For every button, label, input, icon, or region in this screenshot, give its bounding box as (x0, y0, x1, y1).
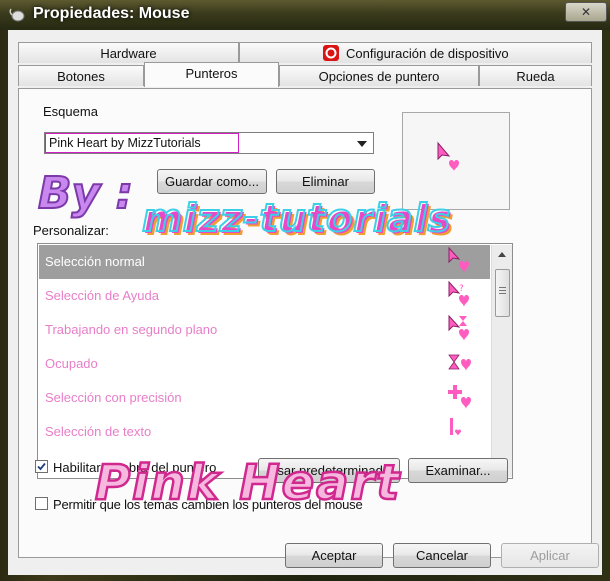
ok-button[interactable]: Aceptar (285, 543, 383, 568)
tab-label: Botones (57, 69, 105, 84)
list-item-label: Selección de Ayuda (45, 288, 159, 303)
apply-button[interactable]: Aplicar (501, 543, 599, 568)
customize-label: Personalizar: (33, 223, 109, 238)
list-scrollbar[interactable] (491, 245, 512, 477)
arrow-help-heart-icon: ? (448, 281, 469, 307)
button-label: Aplicar (530, 548, 570, 563)
text-beam-heart-icon (450, 418, 461, 436)
tab-label: Rueda (516, 69, 555, 84)
delete-scheme-button[interactable]: Eliminar (276, 169, 375, 194)
list-item[interactable]: Selección de Ayuda ? (39, 279, 490, 313)
mouse-properties-window: Propiedades: Mouse ✕ Hardware Configurac… (0, 0, 610, 581)
scheme-label: Esquema (43, 104, 98, 119)
list-item[interactable]: Selección de texto (39, 415, 490, 449)
button-label: Usar predeterminado (267, 463, 391, 478)
save-as-button[interactable]: Guardar como... (157, 169, 267, 194)
hourglass-heart-icon (448, 354, 471, 371)
list-item[interactable]: Trabajando en segundo plano (39, 313, 490, 347)
list-item-label: Selección normal (45, 254, 145, 269)
tab-wheel[interactable]: Rueda (479, 65, 592, 86)
svg-text:?: ? (459, 284, 464, 294)
title-bar[interactable]: Propiedades: Mouse ✕ (0, 0, 610, 30)
list-item[interactable]: Ocupado (39, 347, 490, 381)
scrollbar-thumb[interactable] (495, 269, 510, 317)
close-button[interactable]: ✕ (565, 2, 607, 22)
tab-pointers[interactable]: Punteros (144, 62, 279, 87)
shadow-label: Habilitar sombra del puntero (53, 460, 217, 475)
mouse-icon (9, 8, 25, 22)
cursor-list[interactable]: Selección normal Selección de Ayuda ? Tr… (37, 243, 513, 479)
themes-checkbox[interactable] (35, 497, 48, 510)
button-label: Aceptar (311, 548, 357, 563)
checkmark-icon (37, 462, 46, 471)
list-item-label: Selección con precisión (45, 390, 182, 405)
arrow-heart-icon (448, 247, 469, 273)
list-item[interactable]: Selección con precisión (39, 381, 490, 415)
use-default-button[interactable]: Usar predeterminado (258, 458, 400, 483)
tab-label: Configuración de dispositivo (346, 46, 509, 61)
browse-button[interactable]: Examinar... (408, 458, 508, 483)
arrow-hourglass-heart-icon (448, 315, 469, 341)
list-item-label: Selección de texto (45, 424, 152, 439)
crosshair-heart-icon (448, 385, 471, 409)
tab-label: Hardware (100, 46, 157, 61)
cancel-button[interactable]: Cancelar (393, 543, 491, 568)
button-label: Examinar... (425, 463, 491, 478)
tab-pointer-options[interactable]: Opciones de puntero (279, 65, 479, 86)
button-label: Cancelar (415, 548, 469, 563)
tab-label: Punteros (185, 66, 238, 81)
button-label: Guardar como... (165, 174, 259, 189)
tab-label: Opciones de puntero (318, 69, 440, 84)
window-title: Propiedades: Mouse (33, 5, 190, 22)
list-item[interactable]: Selección normal (39, 245, 490, 279)
arrow-heart-icon (437, 141, 459, 171)
list-item-label: Ocupado (45, 356, 98, 371)
button-label: Eliminar (302, 174, 349, 189)
chevron-down-icon (357, 141, 367, 147)
tab-device-settings[interactable]: Configuración de dispositivo (239, 42, 592, 63)
themes-label: Permitir que los temas cambien los punte… (53, 497, 363, 512)
device-config-icon (323, 45, 339, 61)
close-icon: ✕ (580, 5, 592, 19)
scheme-dropdown[interactable]: Pink Heart by MizzTutorials (44, 132, 374, 154)
cursor-preview (402, 112, 510, 210)
shadow-checkbox[interactable] (35, 460, 48, 473)
scroll-up-icon[interactable] (498, 252, 506, 257)
tab-hardware[interactable]: Hardware (18, 42, 239, 63)
tab-buttons[interactable]: Botones (18, 65, 144, 86)
scheme-value: Pink Heart by MizzTutorials (49, 136, 201, 150)
list-item-label: Trabajando en segundo plano (45, 322, 218, 337)
dialog-body: Hardware Configuración de dispositivo Bo… (8, 30, 602, 575)
